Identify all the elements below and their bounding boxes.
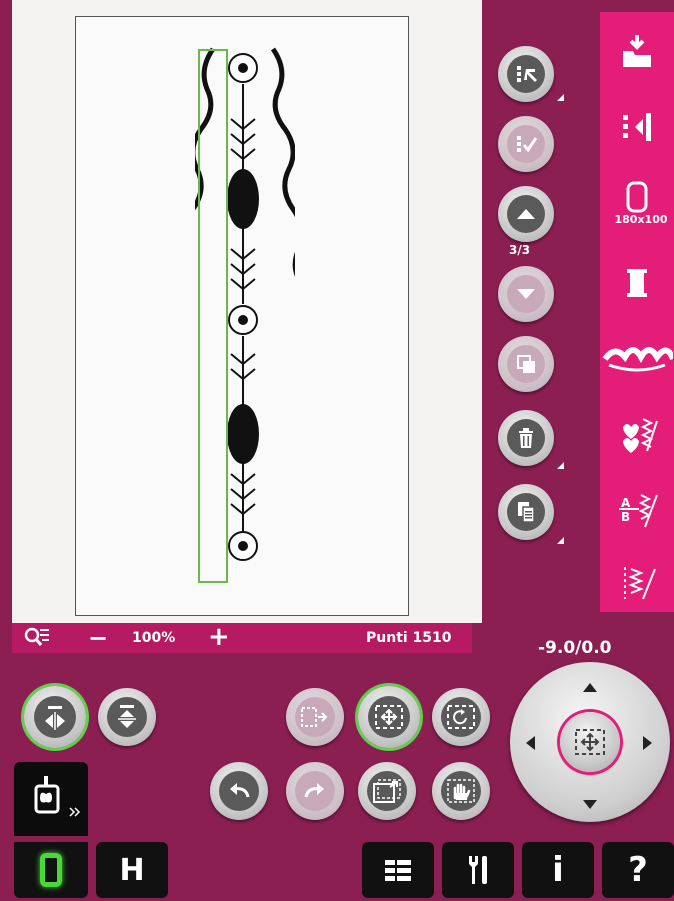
sidebar-item-hoop[interactable]: 180x100 [600,172,674,234]
select-check-icon [507,125,545,163]
pan-button[interactable] [432,762,490,820]
zoom-options-icon[interactable] [23,626,49,654]
heart-stitch-icon [623,418,658,453]
move-right-icon[interactable] [642,735,654,755]
info-icon: i [552,850,564,890]
select-more-indicator [557,94,564,101]
hoop-butterfly-icon [34,776,81,817]
zoom-level: 100% [132,630,176,646]
help-icon: ? [628,850,648,890]
selection-box [198,49,228,583]
undo-button[interactable] [210,762,268,820]
copy-more-indicator [557,537,564,544]
arrow-up-icon [507,195,545,233]
svg-text:B: B [621,510,630,524]
zoom-in-button[interactable]: + [208,622,230,652]
sidebar-item-align[interactable] [600,96,674,158]
resize-icon [367,771,407,811]
mirror-horizontal-icon [34,696,76,738]
move-up-icon[interactable] [582,678,598,697]
select-all-button[interactable] [498,116,554,172]
menu-list-button[interactable] [362,842,434,898]
tools-icon [469,856,487,884]
select-pointer-icon [507,55,545,93]
sewing-mode-icon [40,853,62,887]
sidebar-item-utility[interactable] [600,552,674,614]
page-up-button[interactable] [498,186,554,242]
thread-spool-icon [627,269,647,297]
settings-button[interactable] [442,842,514,898]
group-button[interactable] [498,336,554,392]
redo-button[interactable] [286,762,344,820]
trash-icon [507,419,545,457]
arrow-down-icon [507,275,545,313]
move-down-icon[interactable] [582,796,598,815]
delete-more-indicator [557,462,564,469]
sidebar-item-font[interactable]: AB [600,478,674,540]
stitch-mode-label: H [119,852,145,888]
rotate-icon [441,697,481,737]
move-into-hoop-icon [295,697,335,737]
zigzag-stitch-icon [624,567,656,600]
group-icon [507,345,545,383]
select-pointer-button[interactable] [498,46,554,102]
info-button[interactable]: i [522,842,594,898]
copy-button[interactable] [498,484,554,540]
load-design-icon [623,35,651,67]
mirror-side-button[interactable] [24,686,86,748]
align-edge-icon [623,113,651,141]
undo-icon [219,771,259,811]
stitch-mode-button[interactable]: H [96,842,168,898]
sidebar-item-thread[interactable] [600,252,674,314]
sidebar: 180x100 AB [600,12,674,612]
help-button[interactable]: ? [602,842,674,898]
delete-button[interactable] [498,410,554,466]
list-icon [385,860,411,881]
mirror-vertical-icon [107,697,147,737]
move-to-hoop-button[interactable] [286,688,344,746]
sewing-mode-button[interactable] [14,842,88,898]
sidebar-item-border[interactable] [600,322,674,384]
move-design-button[interactable] [358,686,420,748]
center-icon [575,729,605,755]
move-left-icon[interactable] [524,735,536,755]
hand-icon [441,771,481,811]
rotate-design-button[interactable] [432,688,490,746]
page-indicator: 3/3 [509,243,531,257]
sidebar-item-load[interactable] [600,20,674,82]
resize-button[interactable] [358,762,416,820]
stitch-count: Punti 1510 [366,630,452,646]
position-readout: -9.0/0.0 [538,638,612,658]
copy-icon [507,493,545,531]
font-stitch-icon: AB [619,494,658,528]
border-design-icon [602,347,673,372]
svg-text:A: A [621,496,631,510]
sidebar-item-stitch[interactable] [600,402,674,464]
embroidery-mode-button[interactable] [14,762,88,836]
center-design-button[interactable] [560,712,620,772]
hoop-icon [626,181,648,212]
hoop-size-label: 180x100 [614,212,668,226]
page-down-button[interactable] [498,266,554,322]
zoom-out-button[interactable]: − [88,624,108,652]
mirror-end-button[interactable] [98,688,156,746]
move-arrows-icon [368,696,410,738]
redo-icon [295,771,335,811]
